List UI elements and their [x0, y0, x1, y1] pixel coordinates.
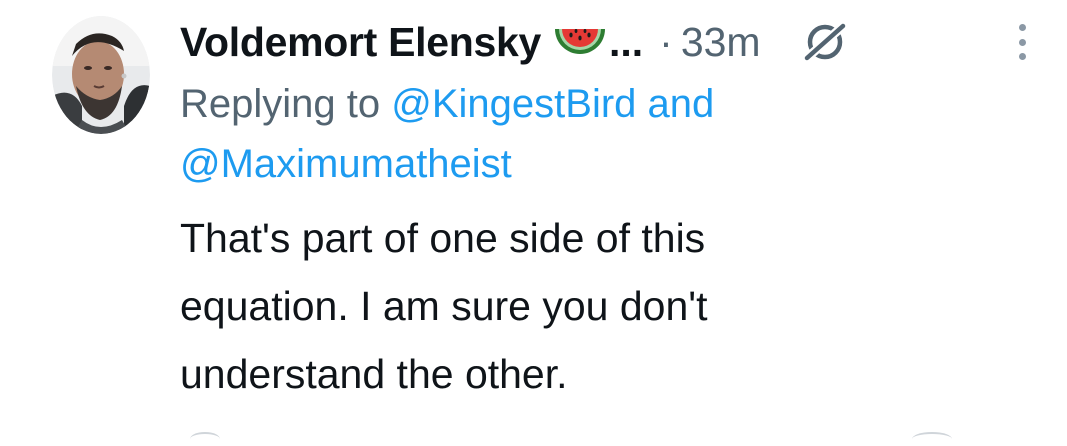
action-icon-partial — [912, 432, 952, 446]
tweet[interactable]: Voldemort Elensky ... · 33m Replying to … — [0, 0, 1067, 438]
more-dot — [1018, 53, 1026, 60]
separator-dot: · — [659, 18, 673, 65]
timestamp[interactable]: 33m — [681, 19, 761, 66]
name-truncation: ... — [608, 18, 644, 65]
mention-maximumatheist[interactable]: @Maximumatheist — [180, 142, 512, 186]
mention-kingestbird[interactable]: @KingestBird — [391, 82, 636, 126]
watermelon-emoji-icon — [553, 23, 607, 63]
tweet-content: Voldemort Elensky ... · 33m Replying to … — [180, 14, 1040, 408]
replying-to: Replying to @KingestBird and @Maximumath… — [180, 74, 1040, 194]
avatar-photo — [52, 16, 150, 134]
author-name[interactable]: Voldemort Elensky — [180, 19, 541, 66]
tweet-text-line: understand the other. — [180, 351, 568, 397]
mention-conjunction[interactable]: and — [648, 82, 715, 126]
more-options-icon[interactable] — [1012, 24, 1032, 60]
tweet-text-line: equation. I am sure you don't — [180, 283, 708, 329]
grok-icon[interactable] — [801, 20, 849, 64]
tweet-text: That's part of one side of this equation… — [180, 204, 920, 408]
action-icon-partial — [190, 432, 220, 446]
more-dot — [1018, 38, 1026, 46]
replying-prefix: Replying to — [180, 82, 381, 126]
more-dot — [1018, 24, 1026, 31]
avatar[interactable] — [52, 16, 150, 134]
tweet-header: Voldemort Elensky ... · 33m — [180, 14, 1040, 70]
tweet-text-line: That's part of one side of this — [180, 215, 706, 261]
